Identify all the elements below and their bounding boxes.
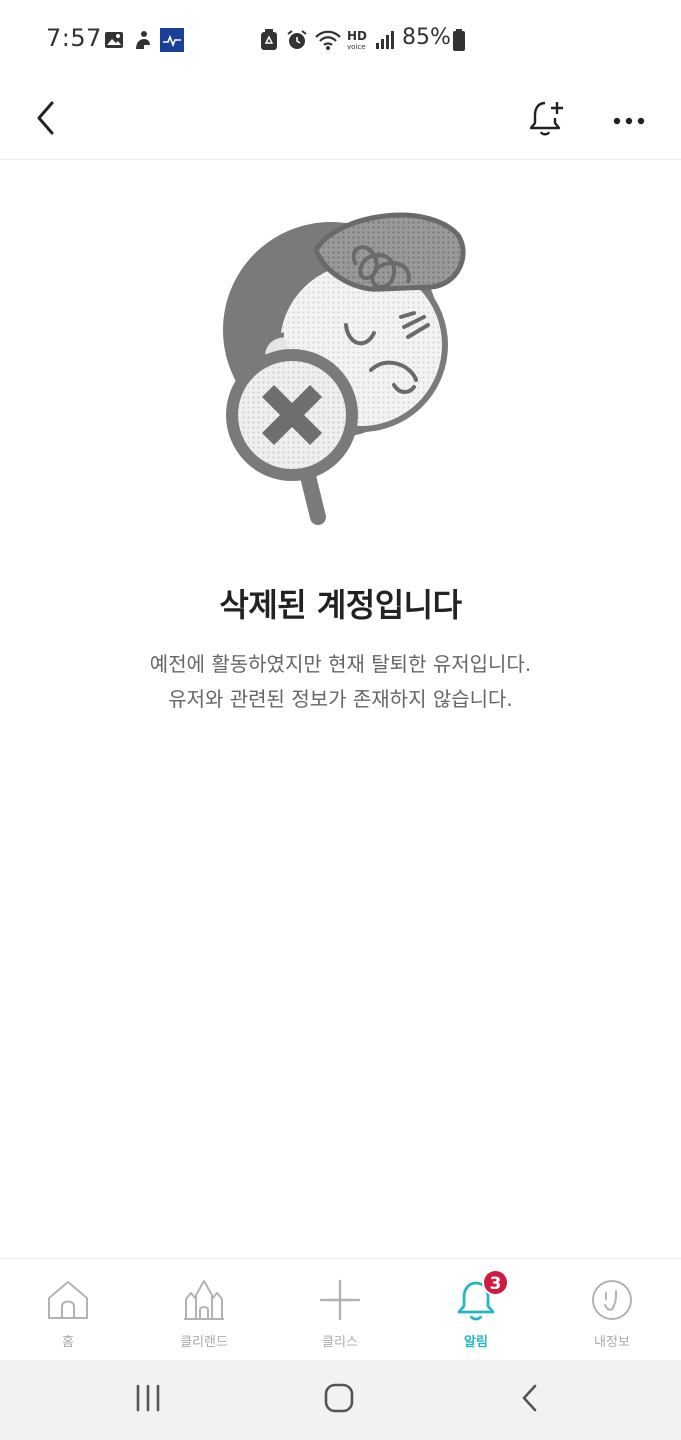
system-back-button[interactable] bbox=[500, 1370, 560, 1430]
bell-plus-icon bbox=[528, 98, 566, 142]
nav-label-home: 홈 bbox=[62, 1335, 74, 1350]
page-title: 삭제된 계정입니다 bbox=[219, 586, 462, 624]
recent-apps-icon bbox=[134, 1384, 162, 1416]
bixby-icon bbox=[131, 28, 155, 52]
notification-badge: 3 bbox=[482, 1269, 509, 1296]
nav-item-notifications[interactable]: 알림 bbox=[408, 1259, 544, 1361]
nav-label-cleland: 클리랜드 bbox=[180, 1335, 228, 1350]
nav-item-clis[interactable]: 클리스 bbox=[272, 1259, 408, 1361]
system-nav-bar bbox=[0, 1360, 681, 1440]
back-button[interactable] bbox=[16, 90, 76, 150]
app-header bbox=[0, 80, 681, 160]
description-line-1: 예전에 활동하였지만 현재 탈퇴한 유저입니다. bbox=[149, 652, 532, 676]
recent-apps-button[interactable] bbox=[118, 1370, 178, 1430]
castle-icon bbox=[179, 1275, 229, 1325]
svg-text:HD: HD bbox=[347, 29, 367, 43]
home-icon bbox=[43, 1275, 93, 1325]
nav-item-home[interactable]: 홈 bbox=[0, 1259, 136, 1361]
nav-item-my-info[interactable]: 내정보 bbox=[544, 1259, 680, 1361]
description-line-2: 유저와 관련된 정보가 존재하지 않습니다. bbox=[168, 687, 513, 711]
more-options-button[interactable] bbox=[599, 90, 659, 150]
signal-icon bbox=[374, 28, 396, 52]
home-button[interactable] bbox=[309, 1370, 369, 1430]
recycle-icon bbox=[258, 28, 280, 52]
deleted-account-illustration bbox=[196, 205, 476, 530]
status-bar: 7:57 HD voice 85% bbox=[0, 0, 681, 80]
nav-label-clis: 클리스 bbox=[322, 1335, 358, 1350]
chevron-left-icon bbox=[34, 100, 58, 140]
profile-face-icon bbox=[587, 1275, 637, 1325]
home-circle-icon bbox=[324, 1383, 354, 1417]
back-arrow-icon bbox=[520, 1383, 540, 1417]
gallery-icon bbox=[103, 28, 125, 52]
bottom-nav: 홈 클리랜드 클리스 알림 내정보 bbox=[0, 1258, 681, 1360]
hd-voice-icon: HD voice bbox=[346, 28, 370, 52]
nav-label-my-info: 내정보 bbox=[594, 1335, 630, 1350]
battery-percentage: 85% bbox=[402, 25, 451, 50]
add-alert-button[interactable] bbox=[517, 90, 577, 150]
alarm-icon bbox=[285, 28, 309, 52]
svg-text:voice: voice bbox=[347, 43, 366, 51]
more-horizontal-icon bbox=[612, 111, 646, 130]
status-time: 7:57 bbox=[46, 24, 102, 52]
nav-item-cleland[interactable]: 클리랜드 bbox=[136, 1259, 272, 1361]
sparkle-icon bbox=[315, 1275, 365, 1325]
app-notification-icon bbox=[160, 28, 184, 52]
battery-icon bbox=[452, 28, 466, 52]
wifi-icon bbox=[314, 28, 342, 52]
nav-label-notifications: 알림 bbox=[464, 1335, 488, 1350]
